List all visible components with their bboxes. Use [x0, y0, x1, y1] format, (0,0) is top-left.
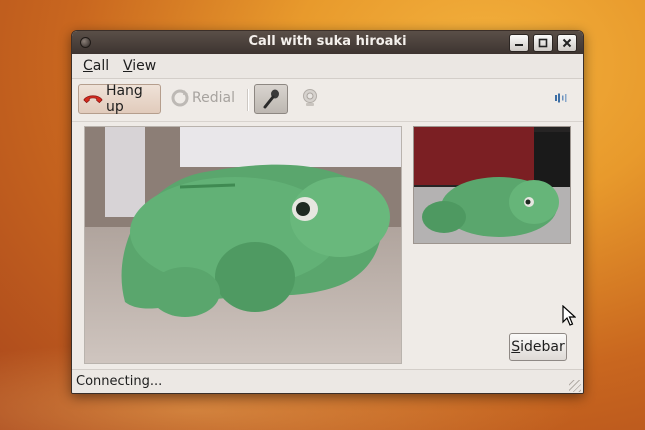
resize-grip[interactable]	[569, 380, 581, 392]
hangup-label: Hang up	[105, 83, 143, 115]
titlebar[interactable]: Call with suka hiroaki	[72, 31, 583, 54]
toolbar: Hang up Redial	[72, 79, 583, 122]
redial-button[interactable]: Redial	[170, 84, 238, 112]
minimize-button[interactable]	[509, 34, 529, 52]
microphone-icon	[263, 89, 279, 109]
mouse-pointer-icon	[562, 305, 576, 326]
menubar: Call View	[72, 54, 583, 79]
menu-view-label: iew	[132, 58, 157, 74]
redial-label: Redial	[192, 90, 235, 106]
webcam-icon	[303, 89, 317, 106]
phone-hangup-icon	[83, 95, 103, 104]
volume-icon	[555, 93, 567, 103]
volume-button[interactable]	[553, 84, 571, 112]
self-preview-video	[413, 126, 571, 244]
window-title: Call with suka hiroaki	[248, 34, 407, 49]
hangup-button[interactable]: Hang up	[78, 83, 161, 115]
menu-call[interactable]: Call	[83, 58, 109, 74]
remote-video-frame	[85, 127, 401, 363]
remote-video	[84, 126, 402, 364]
menu-view[interactable]: View	[123, 58, 156, 74]
menu-view-mnemonic: V	[123, 58, 133, 74]
microphone-toggle[interactable]	[254, 84, 288, 114]
sidebar-button-label: idebar	[520, 339, 565, 355]
toolbar-separator	[247, 89, 249, 111]
redial-icon	[171, 89, 189, 107]
status-text: Connecting...	[76, 374, 163, 389]
menu-call-label: all	[92, 58, 110, 74]
close-button[interactable]	[557, 34, 577, 52]
statusbar: Connecting...	[72, 369, 583, 393]
camera-toggle[interactable]	[296, 84, 324, 112]
maximize-icon	[538, 38, 548, 48]
sidebar-button[interactable]: Sidebar	[509, 333, 567, 361]
self-preview-frame	[414, 127, 570, 243]
maximize-button[interactable]	[533, 34, 553, 52]
menu-call-mnemonic: C	[83, 58, 93, 74]
close-icon	[562, 38, 572, 48]
call-window: Call with suka hiroaki Call View Hang up…	[71, 30, 584, 394]
sidebar-button-mnemonic: S	[511, 339, 521, 355]
minimize-icon	[515, 44, 523, 46]
